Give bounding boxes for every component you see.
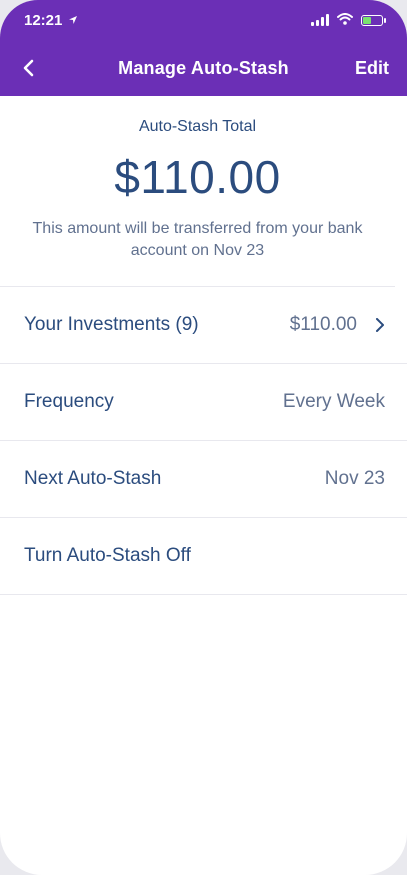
- row-label: Turn Auto-Stash Off: [24, 545, 191, 566]
- location-arrow-icon: [68, 12, 78, 29]
- row-label: Next Auto-Stash: [24, 468, 162, 489]
- summary-label: Auto-Stash Total: [138, 118, 257, 135]
- phone-screen: 12:21 Manage Auto-Stash Edit Auto-Stash …: [0, 0, 407, 875]
- header: 12:21 Manage Auto-Stash Edit: [0, 0, 407, 96]
- chevron-left-icon: [23, 59, 34, 77]
- back-button[interactable]: [16, 56, 40, 80]
- wifi-icon: [337, 12, 353, 29]
- row-value: Nov 23: [324, 468, 385, 489]
- nav-bar: Manage Auto-Stash Edit: [0, 40, 407, 96]
- row-label: Frequency: [24, 391, 114, 412]
- auto-stash-summary: Auto-Stash Total $110.00 This amount wil…: [0, 96, 395, 287]
- settings-list: Your Investments (9) $110.00 Frequency E…: [0, 287, 407, 595]
- row-turn-auto-stash-off[interactable]: Turn Auto-Stash Off: [0, 518, 407, 595]
- battery-charging-icon: [361, 14, 386, 26]
- summary-note: This amount will be transferred from you…: [32, 220, 363, 259]
- row-value: Every Week: [282, 391, 385, 412]
- cellular-signal-icon: [311, 14, 329, 26]
- row-value-wrap: $110.00: [290, 314, 385, 336]
- page-title: Manage Auto-Stash: [118, 57, 289, 78]
- row-your-investments[interactable]: Your Investments (9) $110.00: [0, 287, 407, 364]
- status-time: 12:21: [24, 11, 63, 29]
- edit-button[interactable]: Edit: [355, 58, 389, 79]
- chevron-right-icon: [376, 318, 384, 332]
- row-value: $110.00: [289, 314, 357, 335]
- row-label: Your Investments (9): [24, 314, 199, 335]
- status-right: [311, 12, 386, 29]
- summary-amount: $110.00: [114, 151, 281, 203]
- status-left: 12:21: [24, 12, 78, 29]
- row-frequency[interactable]: Frequency Every Week: [0, 364, 407, 441]
- row-next-auto-stash[interactable]: Next Auto-Stash Nov 23: [0, 441, 407, 518]
- status-bar: 12:21: [0, 0, 407, 40]
